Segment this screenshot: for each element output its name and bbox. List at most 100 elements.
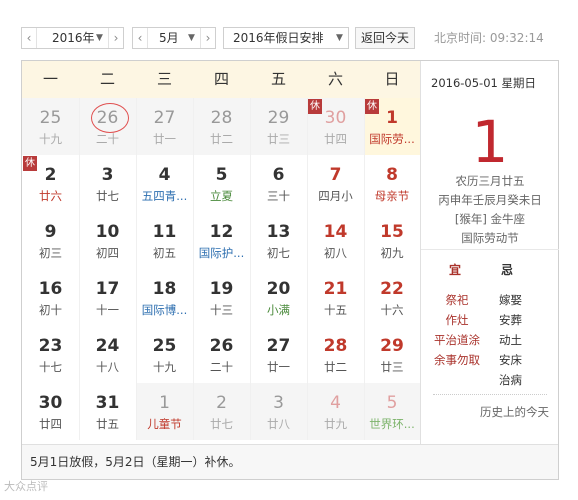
next-year-icon[interactable]: › (108, 28, 123, 48)
calendar-day[interactable]: 19 十三 (193, 269, 250, 326)
calendar-day[interactable]: 22 十六 (364, 269, 420, 326)
chevron-down-icon: ▼ (336, 33, 343, 43)
day-number: 20 (266, 279, 291, 299)
weekday-header: 五 (250, 61, 307, 98)
calendar-day[interactable]: 1 儿童节 (136, 383, 193, 440)
calendar-day[interactable]: 2 廿七 (193, 383, 250, 440)
lunar-day: 十五 (324, 303, 347, 317)
lunar-day: 廿三 (380, 360, 404, 374)
lunar-day: 母亲节 (374, 189, 410, 203)
lunar-day: 廿一 (153, 132, 176, 146)
lunar-day: 廿七 (96, 189, 119, 203)
calendar-day[interactable]: 休 30 廿四 (307, 98, 364, 155)
day-number: 1 (159, 393, 170, 413)
zodiac-info: [猴年] 金牛座 (454, 212, 526, 226)
calendar-day[interactable]: 23 十七 (22, 326, 79, 383)
day-number: 3 (273, 393, 284, 413)
calendar-day[interactable]: 28 廿二 (193, 98, 250, 155)
weekday-header: 二 (79, 61, 136, 98)
calendar-day[interactable]: 30 廿四 (22, 383, 79, 440)
calendar-day[interactable]: 7 四月小 (307, 155, 364, 212)
calendar-day[interactable]: 29 廿三 (250, 98, 307, 155)
day-number: 27 (266, 336, 291, 356)
calendar-day[interactable]: 21 十五 (307, 269, 364, 326)
next-month-icon[interactable]: › (200, 28, 215, 48)
calendar-day[interactable]: 25 十九 (136, 326, 193, 383)
day-number: 19 (209, 279, 234, 299)
calendar-day[interactable]: 10 初四 (79, 212, 136, 269)
lunar-day: 廿四 (324, 132, 347, 146)
calendar-day[interactable]: 27 廿一 (250, 326, 307, 383)
calendar-day[interactable]: 休 2 廿六 (22, 155, 79, 212)
day-number: 13 (266, 222, 291, 242)
calendar-day[interactable]: 14 初八 (307, 212, 364, 269)
calendar-day[interactable]: 25 十九 (22, 98, 79, 155)
calendar-day[interactable]: 16 初十 (22, 269, 79, 326)
day-number: 30 (38, 393, 63, 413)
calendar-day[interactable]: 4 廿九 (307, 383, 364, 440)
lunar-day: 廿九 (324, 417, 347, 431)
calendar-day[interactable]: 6 三十 (250, 155, 307, 212)
day-number: 29 (267, 108, 290, 128)
day-number: 8 (386, 165, 398, 185)
calendar-day[interactable]: 3 廿七 (79, 155, 136, 212)
yi-label: 宜 (449, 263, 462, 277)
year-value: 2016年 (52, 31, 95, 45)
lunar-day: 初五 (153, 246, 176, 260)
ji-item: 动土 (499, 333, 522, 347)
day-number: 28 (323, 336, 348, 356)
holiday-note: 5月1日放假，5月2日（星期一）补休。 (22, 444, 558, 479)
calendar-day[interactable]: 15 初九 (364, 212, 420, 269)
lunar-day: 世界环... (369, 417, 415, 431)
calendar-day[interactable]: 5 立夏 (193, 155, 250, 212)
calendar-day[interactable]: 28 廿二 (307, 326, 364, 383)
prev-month-icon[interactable]: ‹ (133, 28, 148, 48)
calendar-day[interactable]: 4 五四青... (136, 155, 193, 212)
day-number: 26 (209, 336, 234, 356)
holiday-select[interactable]: 2016年假日安排 ▼ (223, 27, 349, 49)
day-number: 6 (272, 165, 285, 185)
day-number: 5 (386, 393, 398, 413)
calendar-day[interactable]: 26 二十 (193, 326, 250, 383)
today-button[interactable]: 返回今天 (355, 27, 415, 49)
year-select[interactable]: ‹ 2016年 ▼ › (21, 27, 124, 49)
yi-item: 余事勿取 (434, 353, 480, 367)
day-number: 17 (95, 279, 120, 299)
calendar-day[interactable]: 27 廿一 (136, 98, 193, 155)
calendar-day[interactable]: 11 初五 (136, 212, 193, 269)
calendar-day[interactable]: 休 1 国际劳... (364, 98, 420, 155)
calendar-day[interactable]: 18 国际博... (136, 269, 193, 326)
month-select[interactable]: ‹ 5月 ▼ › (132, 27, 216, 49)
calendar-day[interactable]: 29 廿三 (364, 326, 420, 383)
calendar-day[interactable]: 17 十一 (79, 269, 136, 326)
calendar-day[interactable]: 3 廿八 (250, 383, 307, 440)
lunar-day: 初十 (39, 303, 62, 317)
calendar-day[interactable]: 20 小满 (250, 269, 307, 326)
prev-year-icon[interactable]: ‹ (22, 28, 37, 48)
grid-line (307, 98, 308, 440)
lunar-day: 十九 (39, 132, 62, 146)
day-number: 4 (158, 165, 171, 185)
lunar-day: 国际护... (198, 246, 245, 260)
calendar-day[interactable]: 9 初三 (22, 212, 79, 269)
calendar-day[interactable]: 8 母亲节 (364, 155, 420, 212)
watermark: 大众点评 (4, 480, 48, 493)
day-number: 31 (95, 393, 120, 413)
lunar-day: 廿六 (39, 189, 62, 203)
lunar-day: 十六 (380, 303, 404, 317)
calendar: 一二三四五六日 25 十九 26 二十 27 廿一 28 廿二 29 廿三休 30 廿四休 1 国际劳...… (21, 60, 559, 480)
calendar-day[interactable]: 13 初七 (250, 212, 307, 269)
calendar-day[interactable]: 26 二十 (79, 98, 136, 155)
calendar-day[interactable]: 24 十八 (79, 326, 136, 383)
lunar-day: 五四青... (141, 189, 188, 203)
calendar-day[interactable]: 5 世界环... (364, 383, 420, 440)
calendar-day[interactable]: 31 廿五 (79, 383, 136, 440)
day-number: 21 (323, 279, 348, 299)
day-number: 2 (44, 165, 57, 185)
day-number: 26 (96, 108, 119, 128)
weekday-header: 日 (364, 61, 420, 98)
calendar-day[interactable]: 12 国际护... (193, 212, 250, 269)
day-number: 4 (330, 393, 341, 413)
lunar-day: 十七 (39, 360, 62, 374)
history-today-link[interactable]: 历史上的今天 (480, 404, 549, 420)
